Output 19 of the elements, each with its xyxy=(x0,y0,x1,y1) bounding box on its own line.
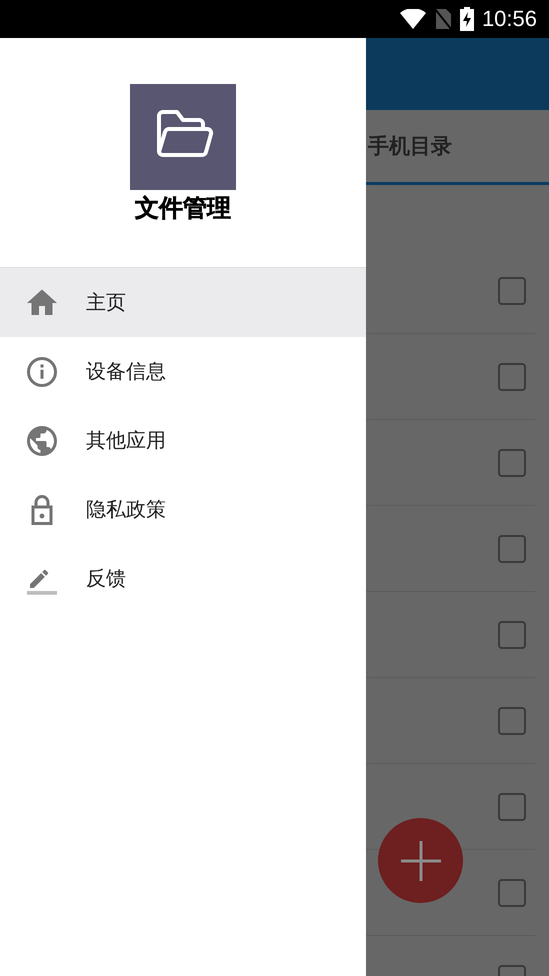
checkbox[interactable] xyxy=(498,792,526,820)
drawer-menu-item[interactable]: 其他应用 xyxy=(0,406,366,475)
checkbox[interactable] xyxy=(498,534,526,562)
no-sim-icon xyxy=(434,8,452,30)
drawer-menu-item[interactable]: 主页 xyxy=(0,268,366,337)
wifi-icon xyxy=(400,9,426,29)
plus-icon xyxy=(398,838,442,882)
checkbox[interactable] xyxy=(498,706,526,734)
checkbox[interactable] xyxy=(498,878,526,906)
drawer-menu-item[interactable]: 反馈 xyxy=(0,544,366,613)
checkbox[interactable] xyxy=(498,448,526,476)
app-name: 文件管理 xyxy=(135,193,231,224)
battery-charging-icon xyxy=(460,7,474,31)
drawer-menu-item[interactable]: 设备信息 xyxy=(0,337,366,406)
checkbox[interactable] xyxy=(498,362,526,390)
clock-time: 10:56 xyxy=(482,6,537,32)
drawer-menu-item[interactable]: 隐私政策 xyxy=(0,475,366,544)
checkbox[interactable] xyxy=(498,620,526,648)
checkbox[interactable] xyxy=(498,276,526,304)
